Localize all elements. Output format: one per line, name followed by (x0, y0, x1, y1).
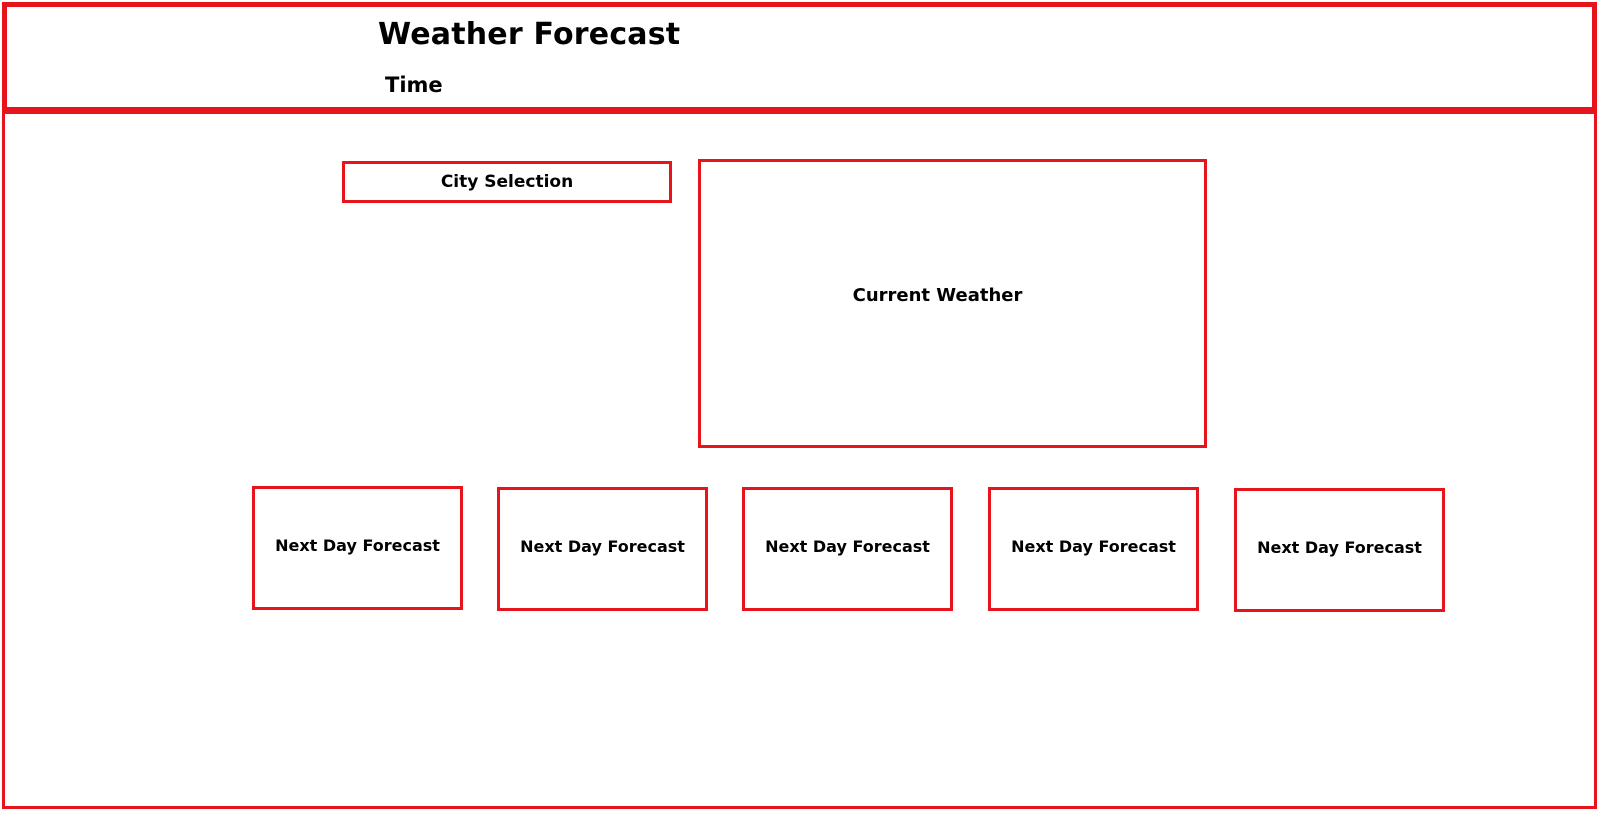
next-day-forecast-card: Next Day Forecast (988, 487, 1199, 611)
city-selection-box[interactable]: City Selection (342, 161, 672, 203)
next-day-forecast-label: Next Day Forecast (520, 536, 685, 556)
page-title: Weather Forecast (378, 17, 681, 52)
next-day-forecast-card: Next Day Forecast (497, 487, 708, 611)
next-day-forecast-card: Next Day Forecast (742, 487, 953, 611)
time-label: Time (385, 73, 443, 97)
current-weather-label: Current Weather (852, 285, 1023, 306)
next-day-forecast-label: Next Day Forecast (765, 536, 930, 556)
next-day-forecast-label: Next Day Forecast (275, 535, 440, 555)
current-weather-box: Current Weather (698, 159, 1207, 448)
next-day-forecast-label: Next Day Forecast (1257, 537, 1422, 557)
next-day-forecast-card: Next Day Forecast (252, 486, 463, 610)
next-day-forecast-label: Next Day Forecast (1011, 536, 1176, 556)
city-selection-label: City Selection (440, 172, 574, 192)
next-day-forecast-card: Next Day Forecast (1234, 488, 1445, 612)
header-panel: Weather Forecast Time (2, 2, 1597, 112)
